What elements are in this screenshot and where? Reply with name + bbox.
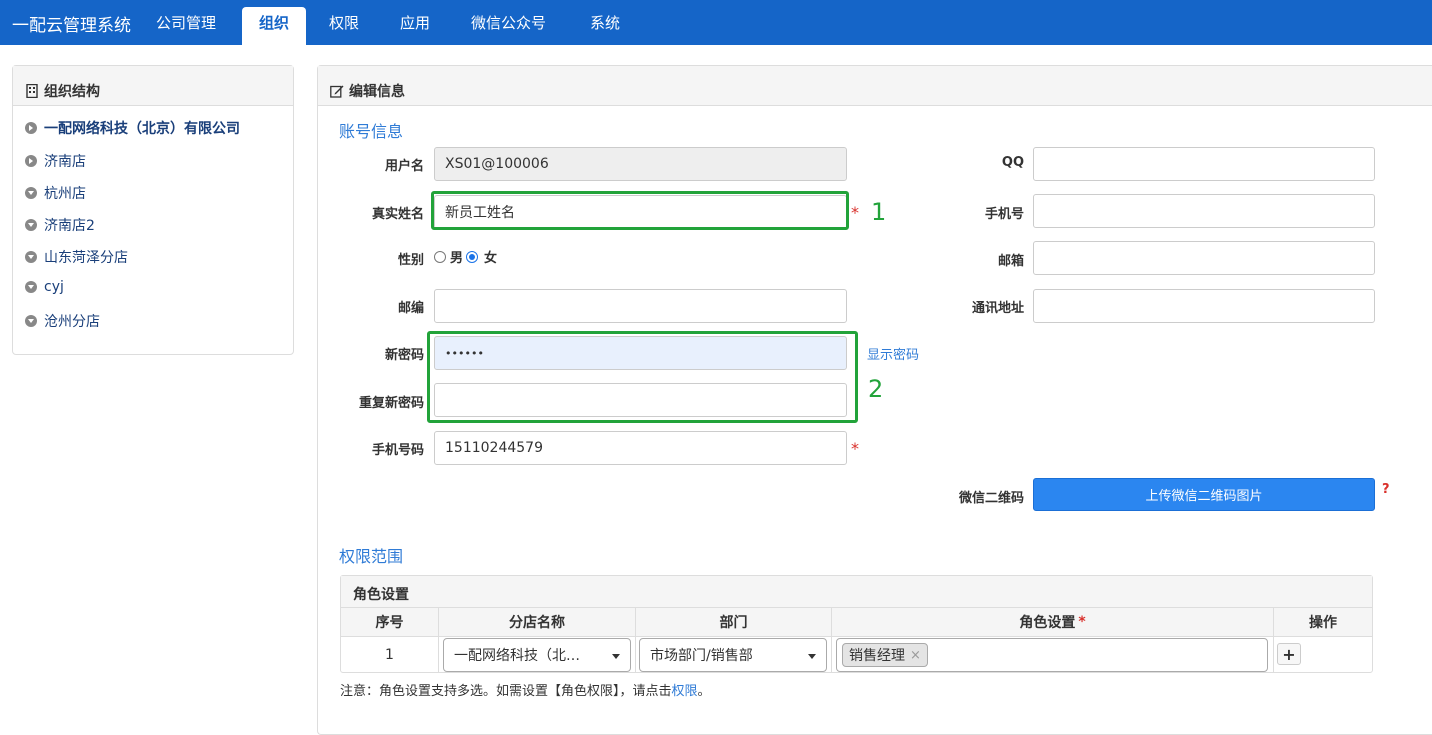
- phone-label: 手机号: [984, 207, 1024, 222]
- org-tree-panel: 组织结构 一配网络科技（北京）有限公司 济南店 杭州店 济南店2 山东菏泽分店 …: [12, 65, 294, 355]
- role-table-title: 角色设置: [341, 576, 1372, 608]
- mobile-field[interactable]: 15110244579: [434, 431, 847, 465]
- edit-info-header: 编辑信息: [318, 66, 1432, 106]
- chevron-down-icon[interactable]: [25, 315, 37, 327]
- chevron-right-icon[interactable]: [25, 155, 37, 167]
- email-field[interactable]: [1033, 241, 1375, 275]
- chevron-right-icon[interactable]: [25, 122, 37, 134]
- note-suffix: 。: [697, 684, 711, 699]
- permission-section-title: 权限范围: [339, 547, 404, 566]
- edit-icon: [330, 84, 344, 98]
- gender-male-label: 男: [450, 251, 464, 266]
- gender-female-radio[interactable]: [466, 250, 479, 263]
- org-tree-header: 组织结构: [13, 66, 293, 106]
- department-select[interactable]: 市场部门/销售部: [639, 638, 827, 672]
- qq-label: QQ: [1001, 155, 1024, 170]
- annotation-box-2: [427, 331, 858, 423]
- nav-tab-apps[interactable]: 应用: [400, 12, 430, 33]
- repeat-password-label: 重复新密码: [358, 396, 424, 411]
- account-section-title: 账号信息: [339, 122, 404, 141]
- username-field: XS01@100006: [434, 147, 847, 181]
- chevron-down-icon: [612, 654, 620, 659]
- chevron-down-icon: [808, 654, 816, 659]
- app-brand: 一配云管理系统: [12, 16, 131, 36]
- show-password-link[interactable]: 显示密码: [867, 344, 919, 363]
- store-select-value: 一配网络科技（北…: [454, 648, 580, 664]
- role-tag: 销售经理 ×: [842, 643, 928, 667]
- address-field[interactable]: [1033, 289, 1375, 323]
- address-label: 通讯地址: [971, 301, 1024, 316]
- tree-item-jinan2[interactable]: 济南店2: [25, 215, 95, 235]
- realname-label: 真实姓名: [371, 207, 424, 222]
- new-password-label: 新密码: [384, 348, 424, 363]
- tree-item-label: cyj: [44, 279, 64, 295]
- tree-item-hangzhou[interactable]: 杭州店: [25, 183, 86, 203]
- building-icon: [25, 83, 39, 98]
- nav-tab-organization[interactable]: 组织: [242, 7, 307, 45]
- help-icon[interactable]: ?: [1382, 482, 1390, 497]
- chevron-down-icon[interactable]: [25, 187, 37, 199]
- note-text: 注意：角色设置支持多选。如需设置【角色权限】，请点击: [340, 684, 672, 699]
- annotation-number-2: 2: [868, 375, 884, 403]
- add-row-button[interactable]: +: [1277, 643, 1301, 665]
- mobile-label: 手机号码: [371, 443, 424, 458]
- tree-item-label: 山东菏泽分店: [44, 250, 128, 266]
- gender-female-label: 女: [484, 251, 498, 266]
- col-header-role: 角色设置 *: [832, 608, 1274, 637]
- col-header-role-label: 角色设置: [1019, 615, 1076, 631]
- top-nav: 一配云管理系统 公司管理 组织 权限 应用 微信公众号 系统: [0, 0, 1432, 45]
- role-note: 注意：角色设置支持多选。如需设置【角色权限】，请点击权限。: [340, 680, 711, 699]
- tree-item-cyj[interactable]: cyj: [25, 279, 64, 295]
- department-select-value: 市场部门/销售部: [650, 648, 753, 664]
- nav-tab-company[interactable]: 公司管理: [156, 12, 216, 33]
- col-header-actions: 操作: [1274, 608, 1372, 637]
- email-label: 邮箱: [997, 254, 1024, 269]
- upload-wechat-qr-button[interactable]: 上传微信二维码图片: [1033, 478, 1375, 511]
- chevron-down-icon[interactable]: [25, 219, 37, 231]
- tree-item-label: 济南店2: [44, 218, 95, 234]
- tree-item-jinan[interactable]: 济南店: [25, 151, 86, 171]
- wechat-qr-label: 微信二维码: [958, 491, 1024, 506]
- phone-field[interactable]: [1033, 194, 1375, 228]
- chevron-down-icon[interactable]: [25, 281, 37, 293]
- store-select[interactable]: 一配网络科技（北…: [443, 638, 631, 672]
- gender-male-radio[interactable]: [434, 250, 446, 263]
- nav-tab-wechat[interactable]: 微信公众号: [471, 12, 546, 33]
- col-header-store: 分店名称: [439, 608, 636, 637]
- nav-tab-permission[interactable]: 权限: [329, 12, 359, 33]
- role-tag-label: 销售经理: [849, 648, 905, 664]
- tree-item-label: 杭州店: [44, 186, 86, 202]
- required-mark: *: [1078, 614, 1086, 630]
- zip-field[interactable]: [434, 289, 847, 323]
- col-header-department: 部门: [636, 608, 832, 637]
- tree-item-label: 沧州分店: [44, 314, 100, 330]
- required-mark: *: [851, 439, 859, 458]
- chevron-down-icon[interactable]: [25, 251, 37, 263]
- edit-info-title: 编辑信息: [349, 83, 405, 100]
- annotation-box-1: [431, 191, 849, 230]
- tree-item-label: 一配网络科技（北京）有限公司: [44, 121, 240, 137]
- role-multiselect[interactable]: 销售经理 ×: [836, 638, 1268, 672]
- col-header-index: 序号: [341, 608, 439, 637]
- remove-tag-icon[interactable]: ×: [910, 648, 921, 663]
- annotation-number-1: 1: [871, 198, 887, 226]
- org-tree-title: 组织结构: [44, 83, 100, 100]
- permission-link[interactable]: 权限: [672, 684, 698, 699]
- qq-field[interactable]: [1033, 147, 1375, 181]
- username-label: 用户名: [384, 159, 424, 174]
- zip-label: 邮编: [397, 301, 424, 316]
- gender-radio-group: 男 女: [434, 247, 497, 266]
- tree-item-heze[interactable]: 山东菏泽分店: [25, 247, 128, 267]
- gender-label: 性别: [397, 253, 424, 268]
- tree-item-cangzhou[interactable]: 沧州分店: [25, 311, 100, 331]
- required-mark: *: [851, 203, 859, 222]
- nav-tab-system[interactable]: 系统: [590, 12, 620, 33]
- row-index: 1: [341, 637, 439, 672]
- tree-item-label: 济南店: [44, 154, 86, 170]
- tree-item-hq[interactable]: 一配网络科技（北京）有限公司: [25, 118, 240, 138]
